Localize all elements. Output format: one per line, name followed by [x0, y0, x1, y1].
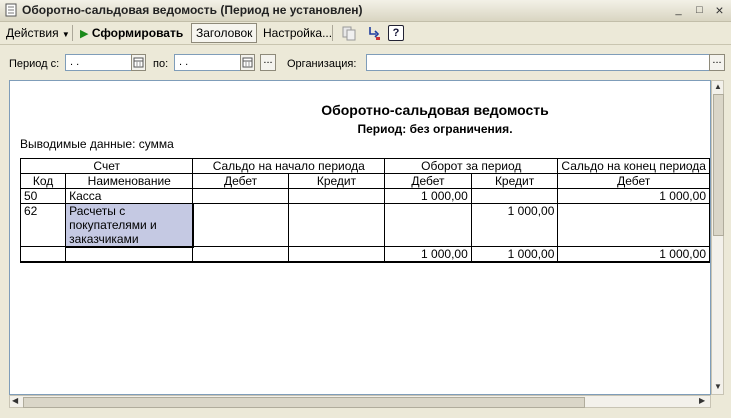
table-row[interactable]: 50 Касса 1 000,00 1 000,00 — [19, 188, 710, 204]
maximize-button[interactable]: □ — [692, 3, 707, 17]
vertical-scroll-thumb[interactable] — [713, 94, 724, 236]
actions-label: Действия — [6, 26, 59, 40]
cell-opening-debit[interactable] — [192, 203, 289, 247]
cell-opening-credit[interactable] — [287, 188, 386, 204]
cell-total-opening-debit[interactable] — [192, 246, 289, 263]
horizontal-scroll-thumb[interactable] — [23, 397, 585, 408]
cell-total-code[interactable] — [19, 246, 67, 263]
scroll-right-icon[interactable]: ▶ — [699, 396, 705, 405]
organization-label: Организация: — [287, 58, 357, 70]
cell-turnover-debit[interactable]: 1 000,00 — [384, 188, 472, 204]
actions-menu-button[interactable]: Действия ▼ — [6, 24, 70, 42]
cell-closing-debit[interactable]: 1 000,00 — [557, 188, 710, 204]
generate-label: Сформировать — [91, 26, 184, 40]
calendar-icon[interactable] — [240, 54, 255, 71]
calendar-icon[interactable] — [131, 54, 146, 71]
period-to-field[interactable]: . . — [174, 54, 241, 71]
col-turnover-credit: Кредит — [470, 173, 559, 189]
minimize-button[interactable]: _ — [671, 3, 686, 17]
report-table: Счет Сальдо на начало периода Оборот за … — [19, 158, 710, 263]
organization-field[interactable] — [366, 54, 710, 71]
cell-code[interactable]: 62 — [19, 203, 67, 247]
window-title: Оборотно-сальдовая ведомость (Период не … — [22, 3, 363, 17]
period-to-label: по: — [153, 58, 169, 70]
expand-icon[interactable] — [366, 25, 382, 41]
header-turnover: Оборот за период — [384, 158, 559, 174]
copy-icon[interactable] — [341, 25, 357, 41]
dropdown-arrow-icon: ▼ — [61, 30, 70, 39]
cell-total-opening-credit[interactable] — [287, 246, 386, 263]
title-bar: Оборотно-сальдовая ведомость (Период не … — [0, 0, 731, 22]
col-opening-credit: Кредит — [287, 173, 386, 189]
cell-code[interactable]: 50 — [19, 188, 67, 204]
header-account: Счет — [19, 158, 194, 174]
cell-name-selected[interactable]: Расчеты с покупателями и заказчиками — [64, 202, 194, 248]
col-name: Наименование — [65, 173, 194, 189]
table-header-row: Счет Сальдо на начало периода Оборот за … — [19, 158, 710, 174]
toolbar-separator — [332, 25, 333, 41]
cell-total-name[interactable] — [65, 246, 194, 263]
close-button[interactable]: × — [712, 3, 727, 17]
cell-turnover-debit[interactable] — [384, 203, 472, 247]
period-from-field[interactable]: . . — [65, 54, 132, 71]
cell-opening-debit[interactable] — [192, 188, 289, 204]
header-opening-balance: Сальдо на начало периода — [192, 158, 386, 174]
header-toggle-button[interactable]: Заголовок — [191, 23, 258, 43]
report-title: Оборотно-сальдовая ведомость — [321, 102, 549, 118]
scroll-left-icon[interactable]: ◀ — [12, 396, 18, 405]
scrollbar-corner — [711, 395, 724, 408]
col-turnover-debit: Дебет — [384, 173, 472, 189]
parameters-row: Период с: . . по: . . ... Организация: .… — [0, 50, 731, 76]
report-period: Период: без ограничения. — [357, 122, 513, 136]
period-select-button[interactable]: ... — [260, 54, 276, 71]
settings-button[interactable]: Настройка... — [263, 24, 332, 42]
toolbar-separator — [72, 25, 73, 41]
vertical-scrollbar[interactable]: ▲ ▼ — [711, 80, 724, 395]
scroll-down-icon[interactable]: ▼ — [714, 382, 722, 391]
col-closing-debit: Дебет — [557, 173, 710, 189]
cell-turnover-credit[interactable] — [470, 188, 559, 204]
document-icon — [5, 3, 17, 17]
col-opening-debit: Дебет — [192, 173, 289, 189]
generate-button[interactable]: ▶ Сформировать — [80, 24, 183, 42]
cell-total-turnover-debit[interactable]: 1 000,00 — [384, 246, 472, 263]
cell-turnover-credit[interactable]: 1 000,00 — [470, 203, 559, 247]
report-document[interactable]: Оборотно-сальдовая ведомость Период: без… — [9, 80, 711, 395]
scroll-up-icon[interactable]: ▲ — [714, 82, 722, 91]
table-subheader-row: Код Наименование Дебет Кредит Дебет Кред… — [19, 173, 710, 189]
organization-select-button[interactable]: ... — [709, 54, 725, 71]
table-totals-row[interactable]: 1 000,00 1 000,00 1 000,00 — [19, 246, 710, 263]
cell-closing-debit[interactable] — [557, 203, 710, 247]
col-code: Код — [19, 173, 67, 189]
report-output-data: Выводимые данные: сумма — [20, 137, 174, 151]
table-row[interactable]: 62 Расчеты с покупателями и заказчиками … — [19, 202, 710, 248]
cell-total-turnover-credit[interactable]: 1 000,00 — [470, 246, 559, 263]
cell-name[interactable]: Касса — [65, 188, 194, 204]
play-icon: ▶ — [80, 28, 89, 40]
cell-total-closing-debit[interactable]: 1 000,00 — [557, 246, 710, 263]
help-button[interactable]: ? — [388, 25, 404, 41]
cell-opening-credit[interactable] — [287, 203, 386, 247]
horizontal-scrollbar[interactable]: ◀ ▶ — [9, 395, 711, 408]
toolbar: Действия ▼ ▶ Сформировать Заголовок Наст… — [0, 22, 731, 45]
period-from-label: Период с: — [9, 58, 60, 70]
header-closing-balance: Сальдо на конец периода — [557, 158, 710, 174]
